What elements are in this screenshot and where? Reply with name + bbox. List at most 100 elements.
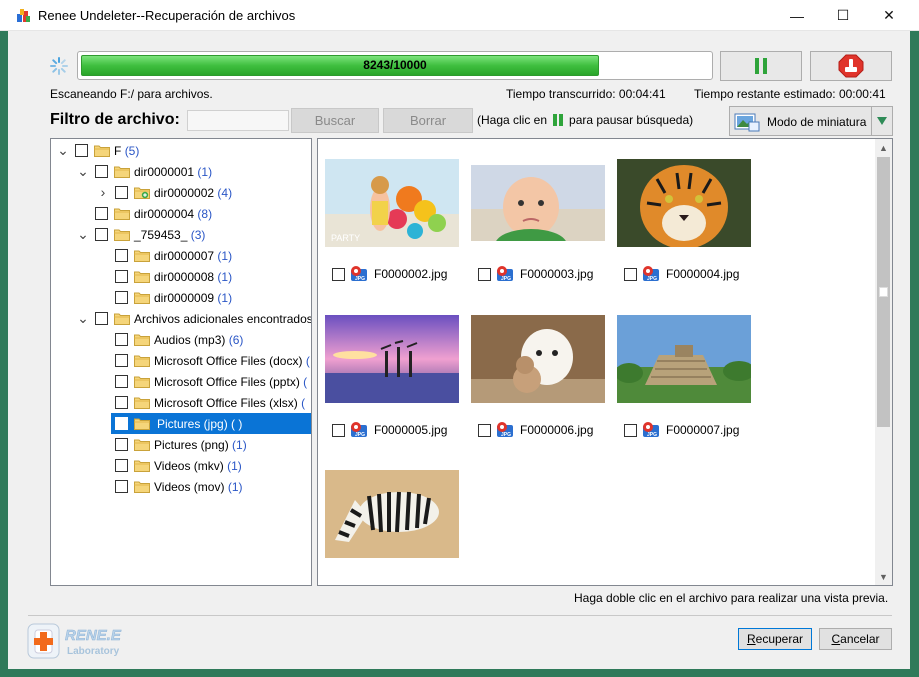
minimize-button[interactable]: —: [774, 0, 820, 31]
photo-overlay-text: PARTY: [331, 233, 360, 243]
tree-node-label: _759453_: [134, 227, 188, 242]
thumbnail-image[interactable]: [325, 470, 459, 558]
thumbnail-image[interactable]: PARTY: [325, 159, 459, 247]
view-mode-arrow[interactable]: [871, 107, 892, 135]
close-button[interactable]: ✕: [866, 0, 912, 31]
tree-checkbox[interactable]: [115, 396, 128, 409]
tree-node[interactable]: › dir0000002 (4): [51, 182, 311, 203]
tree-node[interactable]: Pictures (png) (1): [51, 434, 311, 455]
tree-node[interactable]: ⌄ F (5): [51, 140, 311, 161]
stop-icon: [838, 54, 864, 78]
scroll-up-icon[interactable]: ▲: [875, 139, 892, 156]
tree-node[interactable]: dir0000004 (8): [51, 203, 311, 224]
tree-node[interactable]: Videos (mkv) (1): [51, 455, 311, 476]
stop-button[interactable]: [810, 51, 892, 81]
chevron-down-icon[interactable]: ⌄: [77, 311, 89, 325]
thumbnail-filename: F0000004.jpg: [666, 267, 740, 281]
recover-accel: R: [746, 632, 756, 646]
elapsed-time: Tiempo transcurrido: 00:04:41: [506, 87, 666, 101]
tree-checkbox[interactable]: [75, 144, 88, 157]
thumbnail-image[interactable]: [471, 315, 605, 403]
tree-checkbox[interactable]: [95, 312, 108, 325]
hint-suffix: para pausar búsqueda): [569, 113, 694, 127]
view-mode-dropdown[interactable]: Modo de miniatura: [729, 106, 893, 136]
main-panel: 8243/10000 Escaneando F:/ para archivos.…: [8, 31, 910, 669]
tree-checkbox[interactable]: [115, 333, 128, 346]
close-icon: ✕: [883, 7, 895, 23]
cancel-button[interactable]: Cancelar: [819, 628, 892, 650]
tree-checkbox[interactable]: [95, 228, 108, 241]
tree-node[interactable]: ⌄ dir0000001 (1): [51, 161, 311, 182]
pause-button[interactable]: [720, 51, 802, 81]
thumbnail-checkbox[interactable]: [478, 423, 491, 437]
filter-label: Filtro de archivo:: [50, 111, 180, 128]
search-button[interactable]: Buscar: [291, 108, 379, 133]
tree-node-label: Microsoft Office Files (pptx): [154, 374, 300, 389]
logo-sub: Laboratory: [67, 646, 120, 657]
tree-node[interactable]: dir0000007 (1): [51, 245, 311, 266]
thumbnail-checkbox[interactable]: [624, 267, 637, 281]
tree-checkbox[interactable]: [115, 354, 128, 367]
tree-checkbox[interactable]: [115, 291, 128, 304]
tree-node[interactable]: ⌄ Archivos adicionales encontrados: [51, 308, 311, 329]
tree-checkbox[interactable]: [115, 438, 128, 451]
tree-node-label: Pictures (png): [154, 437, 229, 452]
tree-node-label-wrap: Videos (mkv) (1): [152, 456, 244, 475]
tree-node[interactable]: Microsoft Office Files (pptx) (: [51, 371, 311, 392]
thumbnail-image[interactable]: [471, 165, 605, 241]
tree-checkbox[interactable]: [115, 186, 128, 199]
title-bar: Renee Undeleter--Recuperación de archivo…: [0, 0, 919, 31]
folder-icon: [134, 271, 150, 283]
thumbnail-image[interactable]: [617, 159, 751, 247]
svg-text:JPG: JPG: [647, 432, 657, 438]
tree-node[interactable]: Microsoft Office Files (docx) (: [51, 350, 311, 371]
maximize-button[interactable]: ☐: [820, 0, 866, 31]
tree-node-count: (1): [217, 269, 233, 284]
scroll-down-icon[interactable]: ▼: [875, 568, 892, 585]
thumbnail-image[interactable]: [325, 315, 459, 403]
tree-checkbox[interactable]: [115, 249, 128, 262]
svg-text:JPG: JPG: [501, 276, 511, 282]
progress-text: 8243/10000: [363, 58, 427, 72]
tree-node-label: dir0000009: [154, 290, 215, 305]
tree-node[interactable]: ⌄ _759453_ (3): [51, 224, 311, 245]
tree-node[interactable]: Videos (mov) (1): [51, 476, 311, 497]
tree-checkbox[interactable]: [115, 417, 128, 430]
window-title: Renee Undeleter--Recuperación de archivo…: [38, 8, 296, 23]
tree-checkbox[interactable]: [95, 207, 108, 220]
tree-checkbox[interactable]: [115, 270, 128, 283]
tree-checkbox[interactable]: [115, 480, 128, 493]
tree-node[interactable]: dir0000009 (1): [51, 287, 311, 308]
tree-node-label-wrap: Videos (mov) (1): [152, 477, 245, 496]
thumbnail-image[interactable]: [617, 315, 751, 403]
thumbnail-checkbox[interactable]: [478, 267, 491, 281]
chevron-down-icon[interactable]: ⌄: [57, 143, 69, 157]
tree-node[interactable]: dir0000008 (1): [51, 266, 311, 287]
tree-node-count: (5): [124, 143, 140, 158]
folder-icon: [134, 355, 150, 367]
photo-baby: [471, 165, 605, 241]
pause-icon: [553, 114, 564, 126]
clear-button[interactable]: Borrar: [383, 108, 473, 133]
recover-button[interactable]: Recuperar: [738, 628, 812, 650]
tree-node-label: Videos (mkv): [154, 458, 224, 473]
thumbnail-checkbox[interactable]: [624, 423, 637, 437]
tree-node[interactable]: Pictures (jpg) ( ): [51, 413, 311, 434]
thumbnail-checkbox[interactable]: [332, 267, 345, 281]
tree-node-count: (1): [227, 458, 242, 473]
tree-node-label: dir0000007: [154, 248, 215, 263]
chevron-right-icon[interactable]: ›: [97, 185, 109, 199]
tree-node[interactable]: Audios (mp3) (6): [51, 329, 311, 350]
chevron-down-icon[interactable]: ⌄: [77, 164, 89, 178]
chevron-down-icon[interactable]: ⌄: [77, 227, 89, 241]
tree-node[interactable]: Microsoft Office Files (xlsx) (: [51, 392, 311, 413]
folder-icon: [114, 229, 130, 241]
tree-checkbox[interactable]: [115, 375, 128, 388]
tree-checkbox[interactable]: [115, 459, 128, 472]
vertical-scrollbar[interactable]: ▲ ▼: [875, 139, 892, 585]
tree-checkbox[interactable]: [95, 165, 108, 178]
folder-icon: [134, 250, 150, 262]
thumbnail-checkbox[interactable]: [332, 423, 345, 437]
tree-node-count: (8): [197, 206, 213, 221]
filter-input[interactable]: [187, 110, 289, 131]
